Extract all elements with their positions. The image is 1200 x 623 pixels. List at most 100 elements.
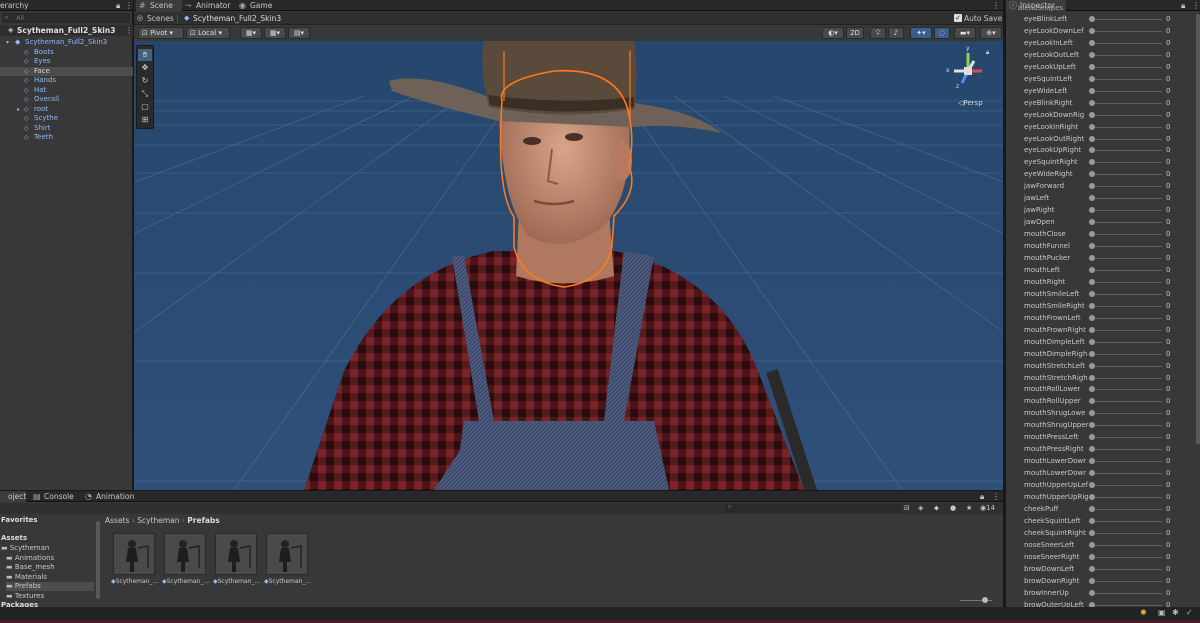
blendshape-value-field[interactable]: 0 xyxy=(1166,194,1170,202)
lighting-progress-icon[interactable]: ✺ xyxy=(1140,608,1147,617)
hierarchy-item[interactable]: ◇ Scythe xyxy=(0,114,133,124)
blendshape-value-field[interactable]: 0 xyxy=(1166,15,1170,23)
blendshape-slider-knob[interactable] xyxy=(1089,207,1095,214)
blendshape-value-field[interactable]: 0 xyxy=(1166,182,1170,190)
tab-animator[interactable]: ⤳ Animator xyxy=(182,0,232,11)
blendshape-slider[interactable] xyxy=(1092,54,1162,56)
inspector-lock-icon[interactable]: 🔒︎ xyxy=(1181,0,1185,11)
favorite-star-icon[interactable]: ★ xyxy=(966,503,972,514)
hierarchy-root-object[interactable]: ▾ ◆ Scytheman_Full2_Skin3 xyxy=(0,38,133,48)
breadcrumb-prefabs[interactable]: Prefabs xyxy=(187,516,219,525)
tab-animation[interactable]: ◔ Animation xyxy=(82,491,136,502)
blendshape-value-field[interactable]: 0 xyxy=(1166,218,1170,226)
blendshape-value-field[interactable]: 0 xyxy=(1166,87,1170,95)
project-search-input[interactable]: ⌕ xyxy=(725,503,901,513)
prefab-thumbnail[interactable] xyxy=(113,533,155,575)
move-tool-icon[interactable]: ✥ xyxy=(138,62,152,74)
gizmos-icon[interactable]: ⊕▾ xyxy=(980,27,1002,39)
blendshape-slider-knob[interactable] xyxy=(1089,302,1095,309)
gizmo-lock-icon[interactable]: 🔒︎ xyxy=(986,49,989,57)
blendshape-slider[interactable] xyxy=(1092,269,1162,271)
blendshape-slider[interactable] xyxy=(1092,461,1162,463)
blendshape-slider-knob[interactable] xyxy=(1089,266,1095,273)
blendshape-slider-knob[interactable] xyxy=(1089,482,1095,489)
blendshape-value-field[interactable]: 0 xyxy=(1166,374,1170,382)
blendshape-value-field[interactable]: 0 xyxy=(1166,493,1170,501)
project-kebab-icon[interactable]: ⋮ xyxy=(992,491,1000,502)
blendshape-slider-knob[interactable] xyxy=(1089,39,1095,46)
blendshape-value-field[interactable]: 0 xyxy=(1166,553,1170,561)
blendshape-value-field[interactable]: 0 xyxy=(1166,577,1170,585)
blendshape-slider-knob[interactable] xyxy=(1089,123,1095,130)
blendshape-slider[interactable] xyxy=(1092,138,1162,140)
collab-icon[interactable]: ▣ xyxy=(1158,608,1166,617)
blendshape-slider-knob[interactable] xyxy=(1089,541,1095,548)
scene-menu-icon[interactable]: ⋮ xyxy=(125,25,133,36)
hierarchy-item[interactable]: ◇ Eyes xyxy=(0,57,133,67)
blendshape-slider[interactable] xyxy=(1092,210,1162,212)
scene-viewport[interactable]: ✋︎ ✥ ↻ ⤡ ▢ ⊞ y x z ◁Persp 🔒︎ xyxy=(134,41,1003,490)
blendshape-value-field[interactable]: 0 xyxy=(1166,314,1170,322)
grid-toggle-button[interactable]: ▦▾ xyxy=(264,27,286,39)
persp-label[interactable]: ◁Persp xyxy=(958,99,983,107)
scale-tool-icon[interactable]: ⤡ xyxy=(138,88,152,100)
tab-project[interactable]: oject xyxy=(0,491,26,502)
blendshape-value-field[interactable]: 0 xyxy=(1166,63,1170,71)
hierarchy-item[interactable]: ▸ ◇ root xyxy=(0,105,133,115)
blendshape-value-field[interactable]: 0 xyxy=(1166,326,1170,334)
blendshape-value-field[interactable]: 0 xyxy=(1166,529,1170,537)
blendshape-value-field[interactable]: 0 xyxy=(1166,27,1170,35)
blendshape-slider[interactable] xyxy=(1092,592,1162,594)
hierarchy-search-input[interactable]: ⌕ All xyxy=(2,13,130,23)
blendshape-slider-knob[interactable] xyxy=(1089,458,1095,465)
blendshape-slider[interactable] xyxy=(1092,520,1162,522)
blendshape-value-field[interactable]: 0 xyxy=(1166,409,1170,417)
blendshape-slider-knob[interactable] xyxy=(1089,577,1095,584)
blendshape-slider[interactable] xyxy=(1092,114,1162,116)
blendshape-value-field[interactable]: 0 xyxy=(1166,266,1170,274)
blendshape-slider[interactable] xyxy=(1092,198,1162,200)
blendshape-slider[interactable] xyxy=(1092,353,1162,355)
blendshape-slider[interactable] xyxy=(1092,126,1162,128)
audio-icon[interactable]: ♪ xyxy=(888,27,904,39)
prefab-thumbnail[interactable] xyxy=(215,533,257,575)
blendshape-slider[interactable] xyxy=(1092,508,1162,510)
blendshape-slider[interactable] xyxy=(1092,305,1162,307)
blendshape-value-field[interactable]: 0 xyxy=(1166,170,1170,178)
blendshape-slider-knob[interactable] xyxy=(1089,529,1095,536)
blendshape-slider-knob[interactable] xyxy=(1089,147,1095,154)
blendshape-slider-knob[interactable] xyxy=(1089,27,1095,34)
blendshape-slider-knob[interactable] xyxy=(1089,278,1095,285)
blendshape-slider-knob[interactable] xyxy=(1089,195,1095,202)
blendshape-value-field[interactable]: 0 xyxy=(1166,517,1170,525)
check-icon[interactable]: ✓ xyxy=(1186,608,1193,617)
project-lock-icon[interactable]: 🔒︎ xyxy=(980,491,984,502)
blendshape-slider[interactable] xyxy=(1092,329,1162,331)
blendshape-slider-knob[interactable] xyxy=(1089,494,1095,500)
blendshape-slider-knob[interactable] xyxy=(1089,565,1095,572)
blendshape-slider[interactable] xyxy=(1092,341,1162,343)
project-folder-item[interactable]: ▬ Base_mesh xyxy=(6,563,94,572)
blendshape-slider[interactable] xyxy=(1092,150,1162,152)
blendshape-slider-knob[interactable] xyxy=(1089,63,1095,70)
blendshape-slider-knob[interactable] xyxy=(1089,87,1095,94)
blendshape-value-field[interactable]: 0 xyxy=(1166,290,1170,298)
blendshape-slider-knob[interactable] xyxy=(1089,362,1095,369)
rotate-tool-icon[interactable]: ↻ xyxy=(138,75,152,87)
blendshape-slider-knob[interactable] xyxy=(1089,290,1095,297)
hidden-objects-icon[interactable]: ◌ xyxy=(934,27,950,39)
blendshape-value-field[interactable]: 0 xyxy=(1166,350,1170,358)
orientation-gizmo[interactable]: y x z ◁Persp 🔒︎ xyxy=(944,45,992,107)
blendshape-slider-knob[interactable] xyxy=(1089,553,1095,560)
blendshape-slider-knob[interactable] xyxy=(1089,255,1095,261)
kebab-menu-icon[interactable]: ⋮ xyxy=(125,0,133,11)
blendshape-slider-knob[interactable] xyxy=(1089,470,1095,477)
blendshape-slider[interactable] xyxy=(1092,580,1162,582)
blendshape-value-field[interactable]: 0 xyxy=(1166,421,1170,429)
blendshape-value-field[interactable]: 0 xyxy=(1166,505,1170,513)
blendshape-slider-knob[interactable] xyxy=(1089,51,1095,58)
blendshape-slider-knob[interactable] xyxy=(1089,135,1095,142)
lock-icon[interactable]: 🔒︎ xyxy=(116,0,120,11)
toggle-2d-button[interactable]: 2D xyxy=(846,27,864,39)
prefab-thumbnail[interactable] xyxy=(266,533,308,575)
